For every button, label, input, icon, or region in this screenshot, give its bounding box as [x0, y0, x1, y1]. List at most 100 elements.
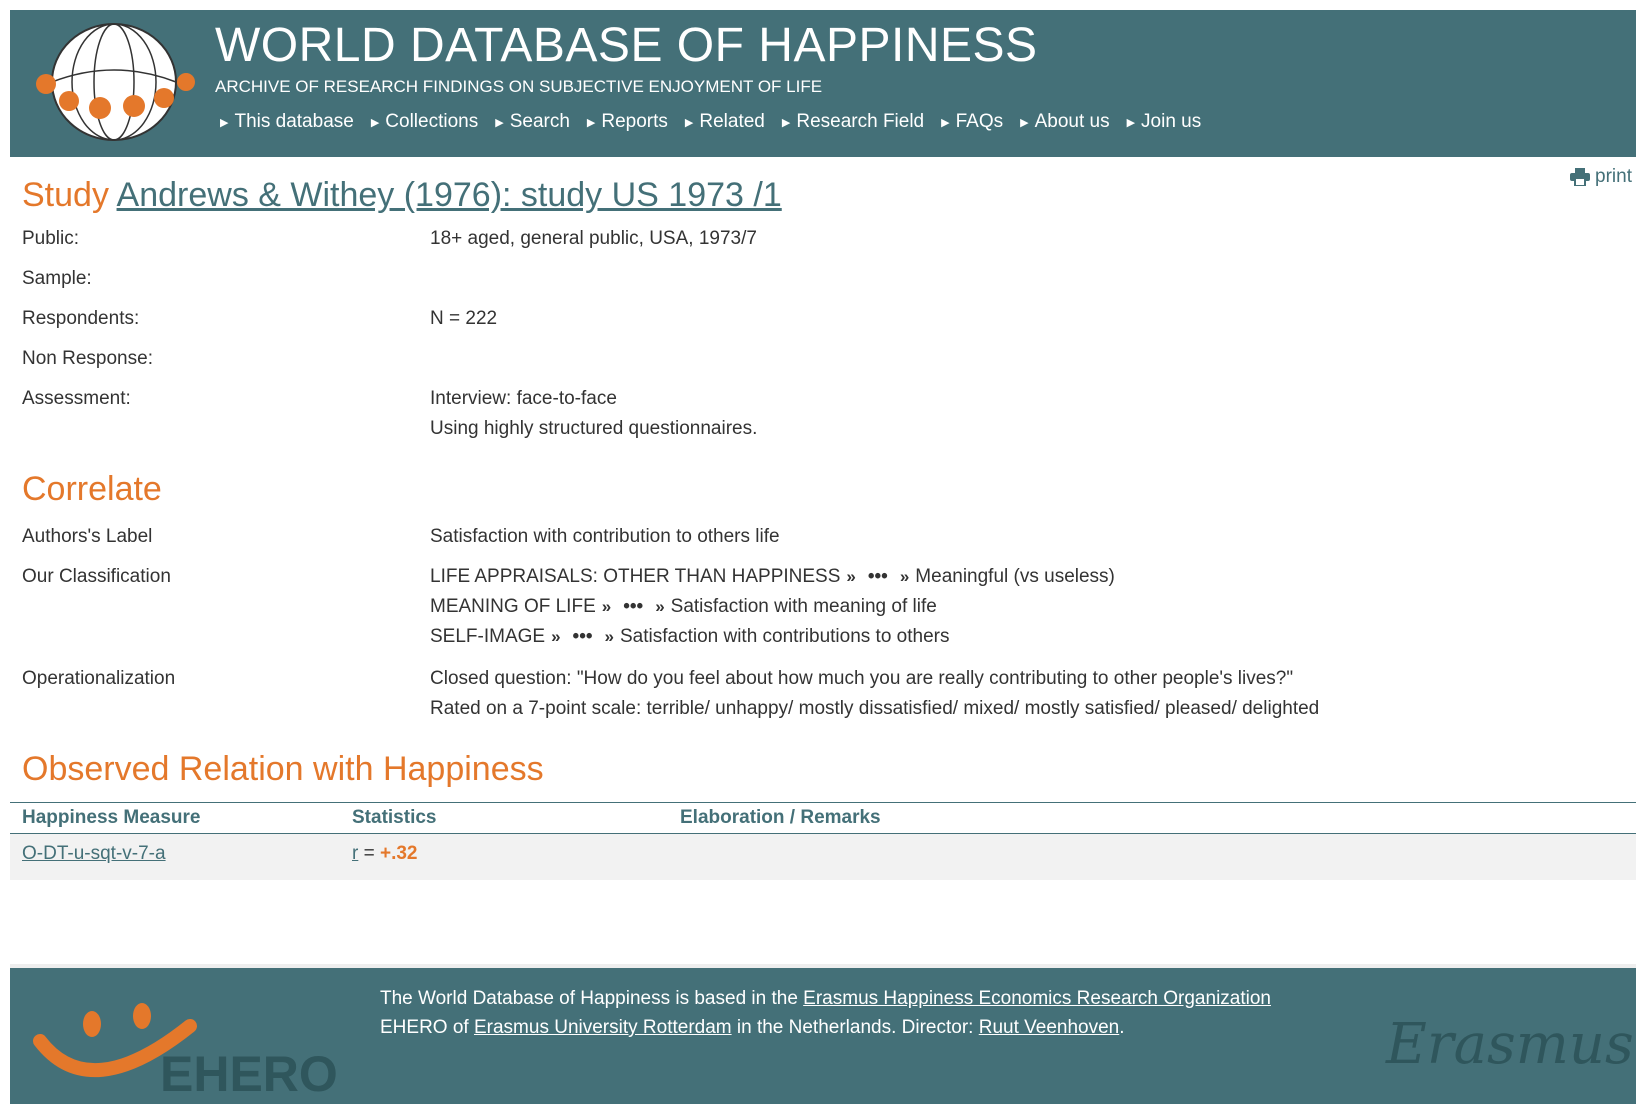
nav-label: Research Field — [796, 111, 925, 132]
respondents-label: Respondents: — [22, 308, 140, 329]
table-row: O-DT-u-sqt-v-7-a r = +.32 — [10, 834, 1636, 880]
correlate-heading: Correlate — [22, 470, 162, 508]
nav-faqs[interactable]: ▶ FAQs — [941, 111, 1003, 133]
classification-sub[interactable]: Satisfaction with meaning of life — [671, 596, 937, 617]
nav-label: Collections — [385, 111, 479, 132]
nav-label: Join us — [1141, 111, 1202, 132]
nav-label: Search — [509, 111, 570, 132]
nav-label: This database — [234, 111, 354, 132]
public-label: Public: — [22, 228, 80, 249]
non-response-label: Non Response: — [22, 348, 153, 369]
classification-main[interactable]: SELF-IMAGE — [430, 626, 545, 647]
study-heading-label: Study — [22, 176, 109, 214]
authors-label: Authors's Label — [22, 526, 153, 547]
nav-reports[interactable]: ▶ Reports — [587, 111, 668, 133]
nav-about-us[interactable]: ▶ About us — [1020, 111, 1109, 133]
assessment-line-2: Using highly structured questionnaires. — [430, 418, 758, 439]
caret-right-icon: ▶ — [684, 116, 694, 129]
statistics-value: r = +.32 — [352, 843, 418, 865]
caret-right-icon: ▶ — [220, 116, 229, 129]
nav-label: About us — [1034, 111, 1110, 132]
nav-label: Related — [699, 111, 765, 132]
respondents-value: N = 222 — [430, 308, 498, 329]
classification-main[interactable]: MEANING OF LIFE — [430, 596, 596, 617]
ehero-link[interactable]: Erasmus Happiness Economics Research Org… — [803, 988, 1271, 1009]
site-footer: EHERO The World Database of Happiness is… — [10, 964, 1636, 1104]
double-chevron-icon: » — [655, 597, 665, 616]
director-link[interactable]: Ruut Veenhoven — [979, 1017, 1120, 1038]
double-chevron-icon: » — [601, 597, 612, 616]
table-header: Happiness Measure Statistics Elaboration… — [10, 803, 1636, 834]
print-button[interactable]: print — [1570, 166, 1632, 188]
caret-right-icon: ▶ — [370, 116, 380, 129]
double-chevron-icon: » — [604, 627, 614, 646]
double-chevron-icon: » — [551, 627, 561, 646]
printer-icon — [1570, 168, 1591, 186]
nav-collections[interactable]: ▶ Collections — [371, 111, 478, 133]
operationalization-line-2: Rated on a 7-point scale: terrible/ unha… — [430, 698, 1320, 719]
classification-main[interactable]: LIFE APPRAISALS: OTHER THAN HAPPINESS — [430, 566, 840, 587]
classification-label: Our Classification — [22, 566, 171, 587]
operationalization-label: Operationalization — [22, 668, 176, 689]
observed-heading: Observed Relation with Happiness — [22, 750, 544, 788]
classification-item: SELF-IMAGE » ••• » Satisfaction with contrib… — [430, 622, 1115, 652]
public-value: 18+ aged, general public, USA, 1973/7 — [430, 228, 757, 249]
caret-right-icon: ▶ — [586, 116, 596, 129]
print-label: print — [1595, 166, 1632, 187]
caret-right-icon: ▶ — [1126, 116, 1136, 129]
site-header: WORLD DATABASE OF HAPPINESS ARCHIVE OF R… — [10, 10, 1636, 157]
nav-label: FAQs — [955, 111, 1004, 132]
authors-value: Satisfaction with contribution to others… — [430, 526, 780, 547]
site-subtitle: ARCHIVE OF RESEARCH FINDINGS ON SUBJECTI… — [215, 77, 823, 96]
operationalization-value: Closed question: "How do you feel about … — [430, 664, 1319, 724]
statistic-equals: = — [358, 843, 380, 864]
ehero-logo-icon[interactable]: EHERO — [30, 986, 370, 1104]
operationalization-line-1: Closed question: "How do you feel about … — [430, 668, 1294, 689]
footer-line-2: EHERO of Erasmus University Rotterdam in… — [380, 1013, 1271, 1042]
nav-related[interactable]: ▶ Related — [685, 111, 765, 133]
caret-right-icon: ▶ — [1020, 116, 1029, 129]
ellipsis-icon[interactable]: ••• — [573, 626, 593, 647]
footer-text-span: in the Netherlands. Director: — [731, 1017, 979, 1038]
study-link[interactable]: Andrews & Withey (1976): study US 1973 /… — [117, 176, 782, 214]
happiness-measure-link[interactable]: O-DT-u-sqt-v-7-a — [22, 843, 166, 865]
erasmus-logo-icon[interactable]: Erasmus — [1356, 988, 1636, 1098]
classification-item: LIFE APPRAISALS: OTHER THAN HAPPINESS » ••… — [430, 562, 1115, 592]
nav-label: Reports — [601, 111, 668, 132]
ellipsis-icon[interactable]: ••• — [623, 596, 643, 617]
assessment-value: Interview: face-to-face Using highly str… — [430, 384, 757, 444]
study-heading: Study Andrews & Withey (1976): study US … — [22, 176, 782, 215]
footer-text-span: EHERO of — [380, 1017, 474, 1038]
caret-right-icon: ▶ — [941, 116, 950, 129]
classification-item: MEANING OF LIFE » ••• » Satisfaction with me… — [430, 592, 1115, 622]
double-chevron-icon: » — [899, 567, 910, 586]
classification-sub[interactable]: Meaningful (vs useless) — [915, 566, 1115, 587]
classification-sub[interactable]: Satisfaction with contributions to other… — [620, 626, 950, 647]
column-header-measure: Happiness Measure — [22, 807, 201, 828]
ellipsis-icon[interactable]: ••• — [868, 566, 888, 587]
nav-search[interactable]: ▶ Search — [495, 111, 570, 133]
nav-this-database[interactable]: ▶ This database — [220, 111, 354, 133]
globe-logo-icon[interactable] — [24, 18, 200, 146]
sample-label: Sample: — [22, 268, 92, 289]
classification-list: LIFE APPRAISALS: OTHER THAN HAPPINESS » ••… — [430, 562, 1115, 652]
footer-text-span: The World Database of Happiness is based… — [380, 988, 804, 1009]
footer-text: The World Database of Happiness is based… — [380, 984, 1271, 1042]
erasmus-university-link[interactable]: Erasmus University Rotterdam — [474, 1017, 732, 1038]
column-header-statistics: Statistics — [352, 807, 437, 828]
site-title: WORLD DATABASE OF HAPPINESS — [215, 19, 1038, 72]
footer-line-1: The World Database of Happiness is based… — [380, 984, 1271, 1013]
caret-right-icon: ▶ — [781, 116, 791, 129]
nav-join-us[interactable]: ▶ Join us — [1127, 111, 1202, 133]
statistic-number: +.32 — [379, 843, 418, 864]
column-header-remarks: Elaboration / Remarks — [680, 807, 881, 828]
caret-right-icon: ▶ — [495, 116, 504, 129]
nav-research-field[interactable]: ▶ Research Field — [782, 111, 924, 133]
erasmus-logo-text: Erasmus — [1385, 1012, 1634, 1077]
footer-text-span: . — [1119, 1017, 1125, 1038]
double-chevron-icon: » — [846, 567, 856, 586]
assessment-line-1: Interview: face-to-face — [430, 388, 617, 409]
ehero-logo-text: EHERO — [160, 1046, 338, 1102]
main-nav: ▶ This database ▶ Collections ▶ Search ▶ Rep… — [220, 111, 1218, 133]
assessment-label: Assessment: — [22, 388, 131, 409]
